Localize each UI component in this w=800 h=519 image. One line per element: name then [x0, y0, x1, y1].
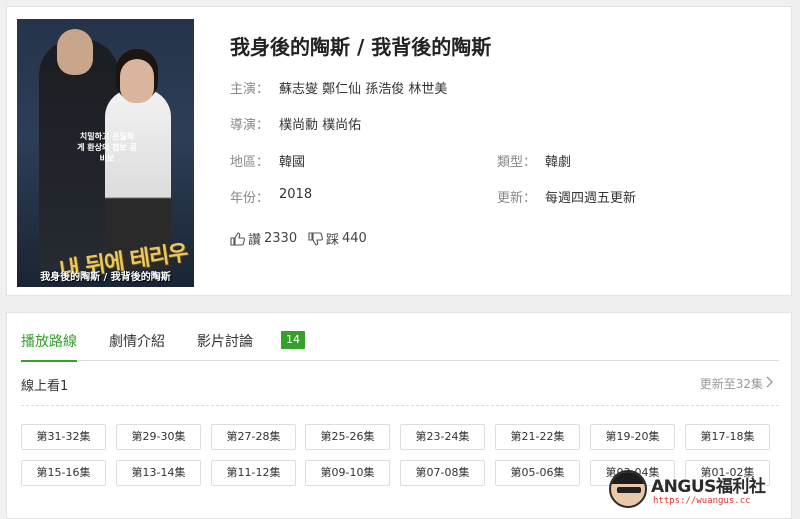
episode-button[interactable]: 第13-14集 [116, 460, 201, 486]
poster-figure-man-head [57, 29, 93, 75]
watermark-url: https://wuangus.cc [653, 496, 751, 506]
like-label: 讚 [248, 233, 262, 248]
site-watermark: ANGUS福利社 https://wuangus.cc [609, 464, 785, 514]
director-label: 導演： [230, 118, 270, 133]
like-count: 2330 [264, 231, 298, 246]
year-label: 年份： [230, 191, 270, 206]
episode-button[interactable]: 第17-18集 [685, 424, 770, 450]
episode-button[interactable]: 第07-08集 [400, 460, 485, 486]
tab-play-routes[interactable]: 播放路線 [21, 331, 77, 362]
thumbs-down-icon [308, 231, 323, 246]
show-title: 我身後的陶斯 / 我背後的陶斯 [230, 35, 492, 59]
episode-button[interactable]: 第15-16集 [21, 460, 106, 486]
episode-button[interactable]: 第21-22集 [495, 424, 580, 450]
like-button[interactable]: 讚 2330 [230, 229, 297, 248]
cast-label: 主演： [230, 82, 270, 97]
tab-synopsis[interactable]: 劇情介紹 [109, 331, 165, 361]
episode-button[interactable]: 第05-06集 [495, 460, 580, 486]
episode-button[interactable]: 第25-26集 [305, 424, 390, 450]
show-info-card: 치밀하고 은밀하게 환상의 첩보 콤비보 내 뒤에 테리우스 我身後的陶斯 / … [6, 6, 792, 296]
update-status-link[interactable]: 更新至32集 [700, 375, 773, 392]
episode-button[interactable]: 第09-10集 [305, 460, 390, 486]
update-value: 每週四週五更新 [545, 191, 637, 206]
poster-caption: 我身後的陶斯 / 我背後的陶斯 [40, 272, 171, 283]
dislike-count: 440 [342, 231, 367, 246]
update-status-text: 更新至32集 [699, 377, 763, 391]
discussion-count-badge: 14 [281, 331, 305, 349]
genre-label: 類型： [497, 155, 537, 170]
director-value[interactable]: 樸尚勳 樸尚佑 [279, 114, 361, 133]
year-value: 2018 [279, 187, 313, 202]
update-label: 更新： [497, 191, 537, 206]
episode-button[interactable]: 第11-12集 [211, 460, 296, 486]
region-value[interactable]: 韓國 [279, 151, 305, 170]
play-panel: 播放路線 劇情介紹 影片討論 14 線上看1 更新至32集 第31-32集 第29… [6, 312, 792, 519]
episode-button[interactable]: 第29-30集 [116, 424, 201, 450]
poster-figure-woman-head [120, 59, 154, 103]
watermark-avatar-icon [609, 470, 647, 508]
episode-button[interactable]: 第27-28集 [211, 424, 296, 450]
thumbs-up-icon [230, 231, 245, 246]
dislike-label: 踩 [326, 233, 340, 248]
region-label: 地區： [230, 155, 270, 170]
show-poster[interactable]: 치밀하고 은밀하게 환상의 첩보 콤비보 내 뒤에 테리우스 我身後的陶斯 / … [17, 19, 194, 287]
watermark-brand: ANGUS福利社 [651, 477, 766, 497]
episode-button[interactable]: 第19-20集 [590, 424, 675, 450]
poster-tagline: 치밀하고 은밀하게 환상의 첩보 콤비보 [77, 132, 137, 163]
tab-discussion[interactable]: 影片討論 [197, 331, 253, 361]
episode-button[interactable]: 第23-24集 [400, 424, 485, 450]
genre-value[interactable]: 韓劇 [545, 151, 571, 170]
tab-bar: 播放路線 劇情介紹 影片討論 14 [21, 327, 779, 362]
cast-value[interactable]: 蘇志燮 鄭仁仙 孫浩俊 林世美 [279, 78, 447, 97]
episode-button[interactable]: 第31-32集 [21, 424, 106, 450]
chevron-right-icon [766, 376, 773, 391]
dislike-button[interactable]: 踩 440 [308, 229, 367, 248]
source-label: 線上看1 [21, 379, 69, 394]
divider [21, 405, 779, 406]
